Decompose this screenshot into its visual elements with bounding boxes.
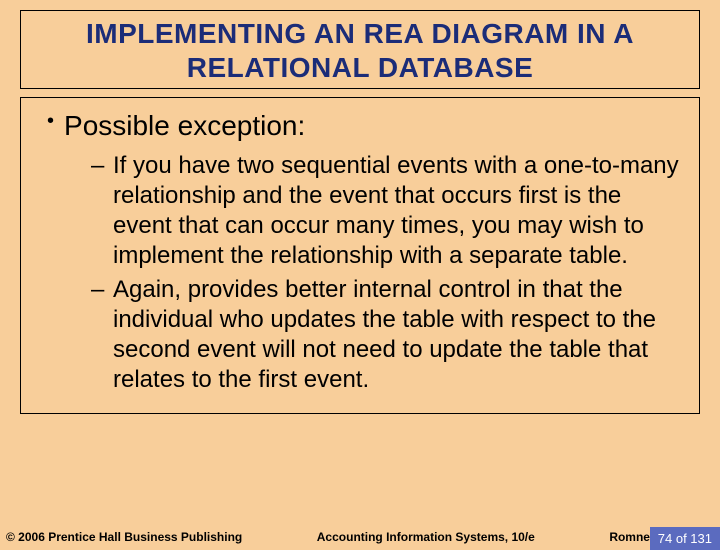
sub-item: – If you have two sequential events with… (91, 151, 685, 271)
sub-list: – If you have two sequential events with… (91, 151, 685, 395)
footer-copyright: © 2006 Prentice Hall Business Publishing (0, 530, 242, 544)
dash-icon: – (91, 151, 105, 181)
bullet-dot-icon: • (47, 108, 54, 134)
bullet-text: Possible exception: (64, 108, 305, 144)
content-box: • Possible exception: – If you have two … (20, 97, 700, 413)
dash-icon: – (91, 275, 105, 305)
sub-item: – Again, provides better internal contro… (91, 275, 685, 395)
sub-text: Again, provides better internal control … (113, 275, 685, 395)
page-number-badge: 74 of 131 (650, 527, 720, 550)
title-box: IMPLEMENTING AN REA DIAGRAM IN A RELATIO… (20, 10, 700, 89)
footer-center: Accounting Information Systems, 10/e (242, 530, 609, 544)
bullet-item: • Possible exception: (35, 108, 685, 144)
slide-title: IMPLEMENTING AN REA DIAGRAM IN A RELATIO… (31, 17, 689, 84)
sub-text: If you have two sequential events with a… (113, 151, 685, 271)
footer: © 2006 Prentice Hall Business Publishing… (0, 530, 720, 544)
